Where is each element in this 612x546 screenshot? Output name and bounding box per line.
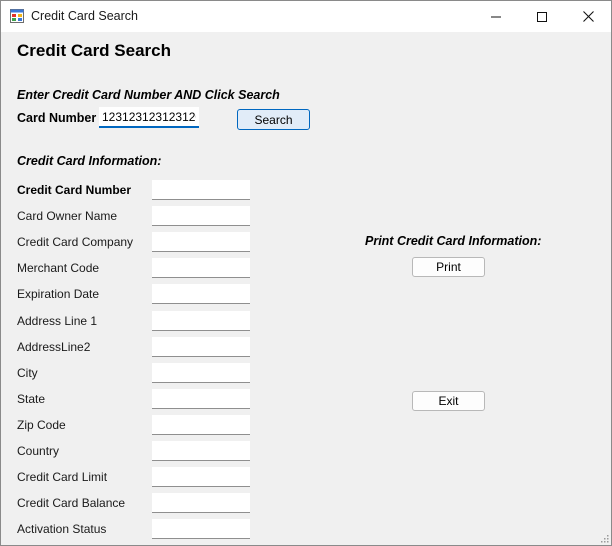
resize-grip-icon[interactable]	[601, 535, 609, 543]
field-input[interactable]	[152, 258, 250, 278]
field-input[interactable]	[152, 467, 250, 487]
field-label: Address Line 1	[17, 314, 98, 328]
minimize-button[interactable]	[473, 1, 519, 32]
close-icon	[582, 11, 594, 22]
field-input[interactable]	[152, 415, 250, 435]
info-section-heading: Credit Card Information:	[17, 154, 162, 168]
card-number-label: Card Number	[17, 111, 97, 125]
minimize-icon	[491, 16, 501, 17]
field-label: City	[17, 366, 38, 380]
form-client-area: Credit Card Search Enter Credit Card Num…	[1, 32, 611, 545]
field-input[interactable]	[152, 389, 250, 409]
close-button[interactable]	[565, 1, 611, 32]
maximize-button[interactable]	[519, 1, 565, 32]
field-input[interactable]	[152, 363, 250, 383]
field-input[interactable]	[152, 493, 250, 513]
print-button[interactable]: Print	[412, 257, 485, 277]
field-label: Credit Card Limit	[17, 470, 108, 484]
field-input[interactable]	[152, 284, 250, 304]
field-input[interactable]	[152, 337, 250, 357]
field-input[interactable]	[152, 180, 250, 200]
field-input[interactable]	[152, 519, 250, 539]
field-label: Activation Status	[17, 522, 107, 536]
field-label: AddressLine2	[17, 340, 91, 354]
page-title: Credit Card Search	[17, 41, 171, 60]
field-label: Credit Card Company	[17, 235, 134, 249]
card-number-input[interactable]	[99, 107, 199, 128]
print-section-heading: Print Credit Card Information:	[365, 234, 542, 248]
title-bar[interactable]: Credit Card Search	[1, 1, 611, 32]
field-input[interactable]	[152, 311, 250, 331]
field-label: State	[17, 392, 46, 406]
field-label: Credit Card Number	[17, 183, 132, 197]
field-input[interactable]	[152, 441, 250, 461]
search-button[interactable]: Search	[237, 109, 310, 130]
app-window-icon	[10, 9, 24, 23]
field-input[interactable]	[152, 206, 250, 226]
exit-button[interactable]: Exit	[412, 391, 485, 411]
field-label: Merchant Code	[17, 261, 100, 275]
field-label: Zip Code	[17, 418, 66, 432]
search-instruction: Enter Credit Card Number AND Click Searc…	[17, 88, 280, 102]
app-window: Credit Card Search Credit Card Search En…	[0, 0, 612, 546]
field-input[interactable]	[152, 232, 250, 252]
field-label: Credit Card Balance	[17, 496, 126, 510]
window-title: Credit Card Search	[31, 9, 138, 23]
field-label: Card Owner Name	[17, 209, 118, 223]
field-label: Country	[17, 444, 60, 458]
maximize-icon	[537, 11, 547, 22]
field-label: Expiration Date	[17, 287, 100, 301]
